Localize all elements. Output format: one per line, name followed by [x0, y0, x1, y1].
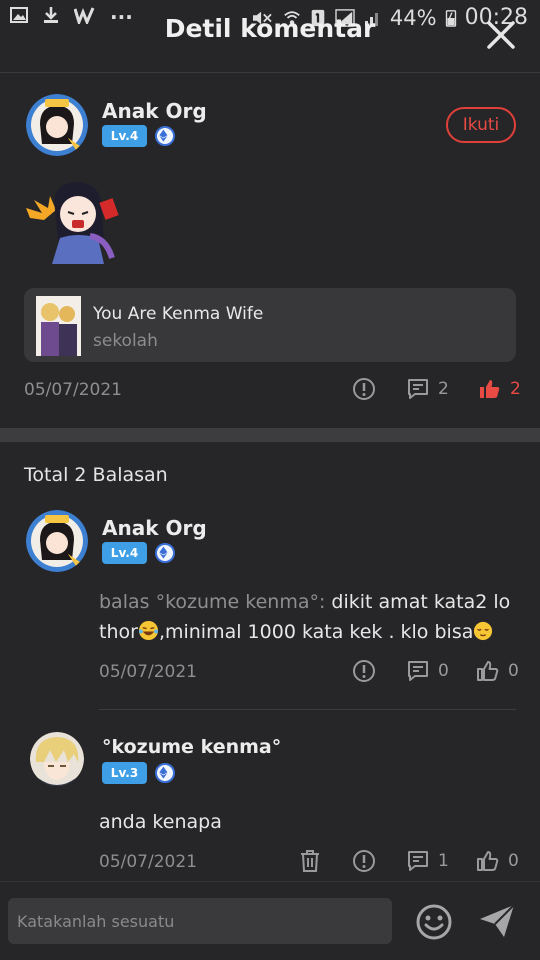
- reply-button[interactable]: 2: [406, 377, 449, 401]
- ethereum-badge-icon: [155, 763, 175, 783]
- replies-total: Total 2 Balasan: [24, 464, 168, 486]
- reply-text: anda kenapa: [99, 811, 222, 833]
- send-icon[interactable]: [478, 903, 516, 939]
- header: Detil komentar: [0, 14, 540, 64]
- like-count: 0: [508, 851, 519, 871]
- comment-input[interactable]: [8, 898, 392, 944]
- trash-icon: [301, 850, 319, 872]
- reply-text: balas °kozume kenma°: dikit amat kata2 l…: [99, 587, 519, 647]
- emoji-icon[interactable]: [415, 903, 453, 941]
- report-button[interactable]: [352, 849, 376, 873]
- laughing-emoji-icon: [138, 620, 158, 641]
- reply-username[interactable]: °kozume kenma°: [102, 736, 281, 758]
- report-icon: [353, 660, 375, 682]
- comment-icon: [408, 851, 428, 871]
- level-badge: Lv.4: [102, 125, 147, 147]
- reply-date: 05/07/2021: [99, 852, 197, 872]
- comment-date: 05/07/2021: [24, 380, 122, 400]
- like-button[interactable]: 0: [476, 849, 519, 873]
- delete-button[interactable]: [298, 849, 322, 873]
- reply-prefix: balas °kozume kenma°:: [99, 591, 326, 613]
- report-icon: [353, 378, 375, 400]
- reply-divider: [99, 709, 516, 710]
- like-count: 0: [508, 661, 519, 681]
- avatar[interactable]: [26, 510, 88, 572]
- level-badge: Lv.4: [102, 542, 147, 564]
- novel-card[interactable]: You Are Kenma Wife sekolah: [24, 288, 516, 362]
- reply-body-line2a: thor: [99, 621, 138, 643]
- reply-body-line2b: ,minimal 1000 kata kek . klo bisa: [158, 621, 474, 643]
- thumbs-up-icon: [477, 851, 499, 871]
- reply-count: 1: [438, 851, 449, 871]
- like-count: 2: [510, 379, 521, 399]
- level-badge: Lv.3: [102, 762, 147, 784]
- ethereum-badge-icon: [155, 126, 175, 146]
- comment-icon: [408, 661, 428, 681]
- page-title: Detil komentar: [164, 14, 376, 43]
- anime-sticker: [26, 182, 119, 264]
- comment-username[interactable]: Anak Org: [102, 99, 207, 123]
- reply-button[interactable]: 0: [406, 659, 449, 683]
- thumbs-up-filled-icon: [480, 380, 500, 398]
- section-divider: [0, 428, 540, 442]
- report-button[interactable]: [352, 659, 376, 683]
- follow-button[interactable]: Ikuti: [446, 107, 516, 143]
- reply-username[interactable]: Anak Org: [102, 516, 207, 540]
- avatar[interactable]: [26, 94, 88, 156]
- comment-icon: [408, 379, 428, 399]
- novel-title: You Are Kenma Wife: [93, 304, 264, 324]
- reply-count: 2: [438, 379, 449, 399]
- reply-count: 0: [438, 661, 449, 681]
- thumbs-up-icon: [477, 661, 499, 681]
- close-icon[interactable]: [486, 20, 516, 50]
- ethereum-badge-icon: [155, 543, 175, 563]
- composer-bar: [0, 881, 540, 960]
- header-divider: [0, 72, 540, 73]
- like-button[interactable]: 2: [478, 377, 521, 401]
- relieved-emoji-icon: [474, 621, 493, 641]
- like-button[interactable]: 0: [476, 659, 519, 683]
- report-icon: [353, 850, 375, 872]
- reply-body-line1: dikit amat kata2 lo: [325, 591, 511, 613]
- reply-button[interactable]: 1: [406, 849, 449, 873]
- avatar[interactable]: [30, 732, 84, 786]
- reply-date: 05/07/2021: [99, 662, 197, 682]
- novel-cover: [36, 296, 81, 356]
- novel-subtitle: sekolah: [93, 331, 158, 351]
- report-button[interactable]: [352, 377, 376, 401]
